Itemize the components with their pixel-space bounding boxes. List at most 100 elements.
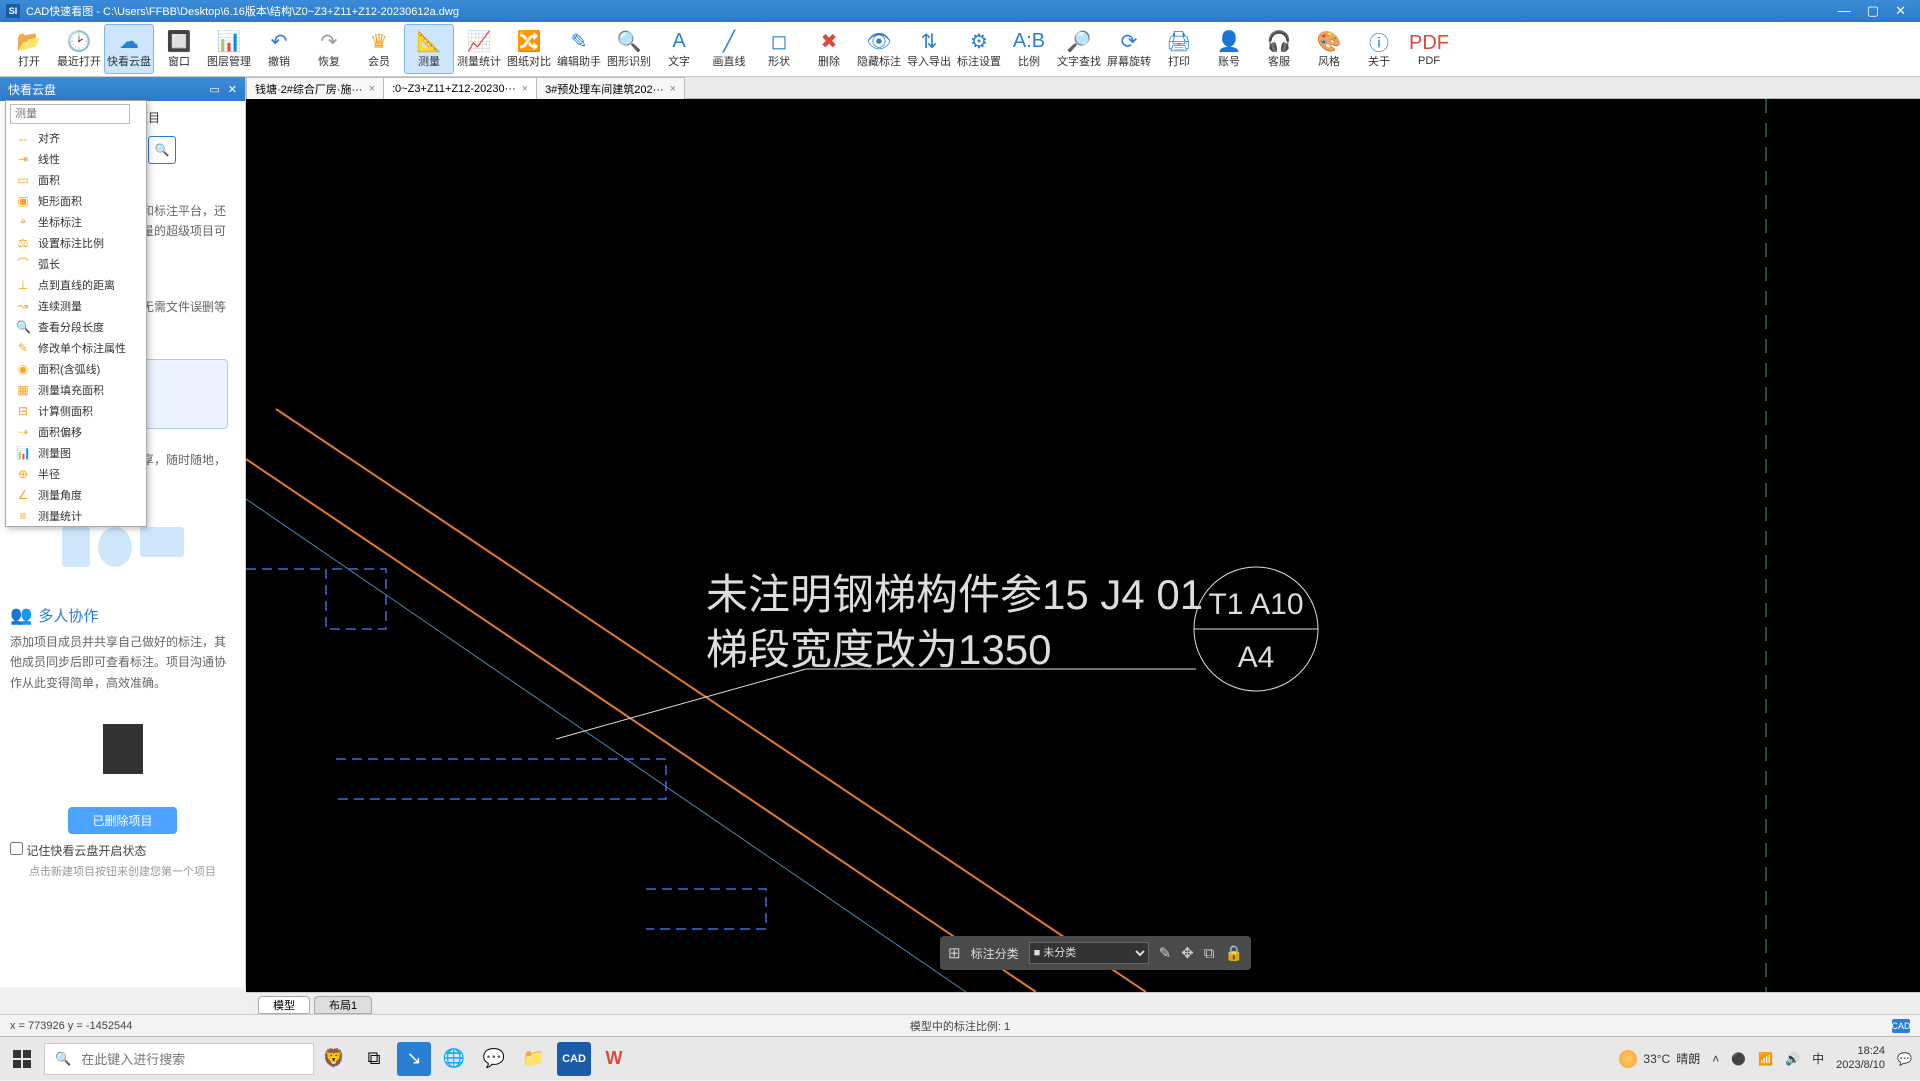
- tray-chevron-icon[interactable]: ˄: [1712, 1052, 1719, 1066]
- weather-widget[interactable]: 33°C 晴朗: [1619, 1050, 1700, 1068]
- remember-checkbox[interactable]: 记住快看云盘开启状态: [10, 844, 146, 858]
- toolbar-account[interactable]: 👤账号: [1204, 24, 1254, 74]
- dropdown-item[interactable]: 🔍查看分段长度: [6, 316, 146, 337]
- dropdown-filter-input[interactable]: [10, 104, 130, 124]
- tab-close-icon[interactable]: ×: [369, 83, 375, 95]
- dropdown-item[interactable]: ⌒弧长: [6, 253, 146, 274]
- dropdown-item[interactable]: ∠测量角度: [6, 484, 146, 505]
- taskbar-wps[interactable]: W: [597, 1042, 631, 1076]
- dropdown-item[interactable]: ✎修改单个标注属性: [6, 337, 146, 358]
- toolbar-rotate[interactable]: ⟳屏幕旋转: [1104, 24, 1154, 74]
- tab-close-icon[interactable]: ×: [522, 83, 528, 95]
- dropdown-item[interactable]: ↔对齐: [6, 127, 146, 148]
- toolbar-style[interactable]: 🎨风格: [1304, 24, 1354, 74]
- taskview-icon[interactable]: ⧉: [357, 1042, 391, 1076]
- tab-model[interactable]: 模型: [258, 996, 310, 1014]
- start-button[interactable]: [0, 1037, 44, 1081]
- undo-icon: ↶: [271, 29, 288, 53]
- dropdown-item[interactable]: ◉面积(含弧线): [6, 358, 146, 379]
- taskbar-app-1[interactable]: ↘: [397, 1042, 431, 1076]
- minimize-button[interactable]: —: [1838, 3, 1851, 19]
- toolbar-open[interactable]: 📂打开: [4, 24, 54, 74]
- dropdown-item[interactable]: ⇢面积偏移: [6, 421, 146, 442]
- panel-close-icon[interactable]: ✕: [228, 83, 237, 96]
- redo-icon: ↷: [321, 29, 338, 53]
- tab-close-icon[interactable]: ×: [670, 83, 676, 95]
- toolbar-delete[interactable]: ✖删除: [804, 24, 854, 74]
- grid-icon[interactable]: ⊞: [948, 944, 961, 962]
- toolbar-mset[interactable]: ⚙标注设置: [954, 24, 1004, 74]
- toolbar-text[interactable]: A文字: [654, 24, 704, 74]
- toolbar-recognize[interactable]: 🔍图形识别: [604, 24, 654, 74]
- toolbar-recent[interactable]: 🕑最近打开: [54, 24, 104, 74]
- main-toolbar: 📂打开🕑最近打开☁快看云盘🔲窗口📊图层管理↶撤销↷恢复♛会员📐测量📈测量统计🔀图…: [0, 22, 1920, 77]
- toolbar-line[interactable]: ╱画直线: [704, 24, 754, 74]
- tray-wifi-icon[interactable]: 📶: [1758, 1052, 1773, 1066]
- taskbar-search[interactable]: 🔍在此键入进行搜索: [44, 1043, 314, 1075]
- edit-icon[interactable]: ✎: [1159, 944, 1172, 962]
- rotate-icon: ⟳: [1121, 29, 1138, 53]
- annotation-category-select[interactable]: ■ 未分类: [1029, 942, 1149, 964]
- dropdown-item[interactable]: ⊟计算侧面积: [6, 400, 146, 421]
- document-tab[interactable]: 3#预处理车间建筑202···×: [536, 77, 685, 99]
- taskbar-wechat[interactable]: 💬: [477, 1042, 511, 1076]
- toolbar-redo[interactable]: ↷恢复: [304, 24, 354, 74]
- dropdown-item[interactable]: ▣矩形面积: [6, 190, 146, 211]
- toolbar-shape[interactable]: ◻形状: [754, 24, 804, 74]
- taskbar-edge[interactable]: 🌐: [437, 1042, 471, 1076]
- toolbar-cloud[interactable]: ☁快看云盘: [104, 24, 154, 74]
- panel-pin-icon[interactable]: ▭: [209, 83, 219, 96]
- annotation-floatbar[interactable]: ⊞ 标注分类 ■ 未分类 ✎ ✥ ⧉ 🔒: [940, 936, 1251, 970]
- search-button[interactable]: 🔍: [148, 136, 176, 164]
- tray-volume-icon[interactable]: 🔊: [1785, 1052, 1800, 1066]
- dropdown-item[interactable]: ▭面积: [6, 169, 146, 190]
- dropdown-item[interactable]: ⊕半径: [6, 463, 146, 484]
- bubble-top: T1 A10: [1208, 588, 1303, 621]
- close-button[interactable]: ✕: [1895, 3, 1906, 19]
- measure-dropdown[interactable]: ↔对齐⇥线性▭面积▣矩形面积⌖坐标标注⚖设置标注比例⌒弧长⊥点到直线的距离↝连续…: [5, 100, 147, 527]
- dropdown-item[interactable]: ⌖坐标标注: [6, 211, 146, 232]
- toolbar-hide[interactable]: 👁隐藏标注: [854, 24, 904, 74]
- toolbar-io[interactable]: ⇅导入导出: [904, 24, 954, 74]
- dropdown-item[interactable]: 📊测量图: [6, 442, 146, 463]
- tray-network-icon[interactable]: ⚫: [1731, 1052, 1746, 1066]
- toolbar-scale[interactable]: A:B比例: [1004, 24, 1054, 74]
- document-tab[interactable]: 钱塘·2#综合厂房·施···×: [246, 77, 384, 99]
- lock-icon[interactable]: 🔒: [1224, 944, 1243, 962]
- tray-notifications-icon[interactable]: 💬: [1897, 1052, 1912, 1066]
- dropdown-item[interactable]: ⇥线性: [6, 148, 146, 169]
- tray-ime[interactable]: 中: [1812, 1050, 1824, 1067]
- toolbar-edit[interactable]: ✎编辑助手: [554, 24, 604, 74]
- taskbar-lion-icon[interactable]: 🦁: [317, 1042, 351, 1076]
- tab-layout1[interactable]: 布局1: [314, 996, 372, 1014]
- tray-clock[interactable]: 18:242023/8/10: [1836, 1045, 1885, 1071]
- dropdown-item[interactable]: ⚖设置标注比例: [6, 232, 146, 253]
- drawing-canvas[interactable]: 未注明钢梯构件参15 J4 01 梯段宽度改为1350 T1 A10 A4: [246, 99, 1920, 992]
- toolbar-find[interactable]: 🔎文字查找: [1054, 24, 1104, 74]
- maximize-button[interactable]: ▢: [1867, 3, 1879, 19]
- copy-icon[interactable]: ⧉: [1204, 945, 1215, 962]
- toolbar-layers[interactable]: 📊图层管理: [204, 24, 254, 74]
- toolbar-about[interactable]: ⓘ关于: [1354, 24, 1404, 74]
- dropdown-item[interactable]: ↝连续测量: [6, 295, 146, 316]
- deleted-projects-button[interactable]: 已删除项目: [68, 807, 176, 834]
- document-tab[interactable]: :0~Z3+Z11+Z12-20230···×: [383, 77, 537, 99]
- taskbar-cad[interactable]: CAD: [557, 1042, 591, 1076]
- toolbar-compare[interactable]: 🔀图纸对比: [504, 24, 554, 74]
- dropdown-item[interactable]: ▦测量填充面积: [6, 379, 146, 400]
- move-icon[interactable]: ✥: [1181, 944, 1194, 962]
- dropdown-item-icon: ↝: [16, 299, 30, 313]
- toolbar-undo[interactable]: ↶撤销: [254, 24, 304, 74]
- toolbar-pdf[interactable]: PDFPDF: [1404, 24, 1454, 74]
- toolbar-vip[interactable]: ♛会员: [354, 24, 404, 74]
- dropdown-item[interactable]: ≡测量统计: [6, 505, 146, 526]
- toolbar-support[interactable]: 🎧客服: [1254, 24, 1304, 74]
- toolbar-print[interactable]: 🖨打印: [1154, 24, 1204, 74]
- taskbar-explorer[interactable]: 📁: [517, 1042, 551, 1076]
- dropdown-item-icon: ✎: [16, 341, 30, 355]
- toolbar-measure[interactable]: 📐测量: [404, 24, 454, 74]
- toolbar-mstats[interactable]: 📈测量统计: [454, 24, 504, 74]
- toolbar-window[interactable]: 🔲窗口: [154, 24, 204, 74]
- dropdown-item[interactable]: ⊥点到直线的距离: [6, 274, 146, 295]
- print-icon: 🖨: [1166, 29, 1191, 53]
